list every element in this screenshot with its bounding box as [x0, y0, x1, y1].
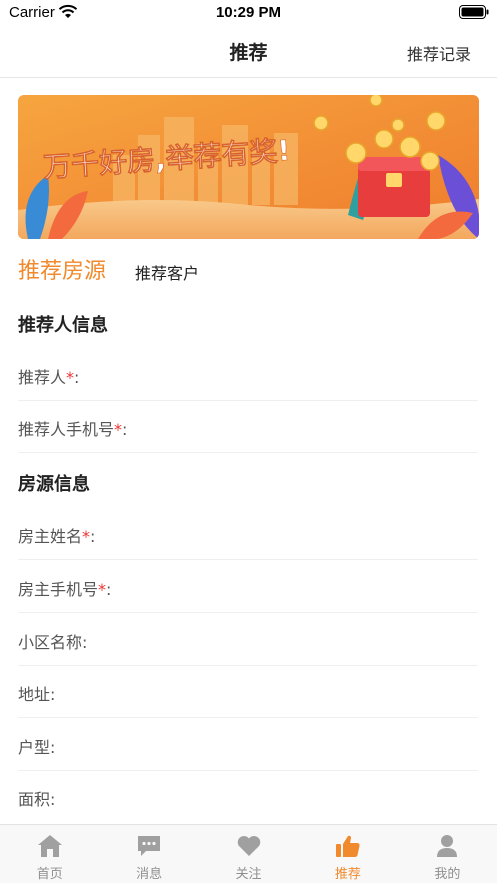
- owner-phone-row: 房主手机号*:: [18, 561, 478, 613]
- community-name-input[interactable]: [148, 624, 478, 654]
- tab-home[interactable]: 首页: [0, 825, 99, 883]
- recommender-section-title: 推荐人信息: [18, 315, 108, 336]
- property-section-title: 房源信息: [18, 474, 90, 495]
- required-mark: *: [98, 580, 107, 599]
- status-time: 10:29 PM: [215, 4, 282, 21]
- recommend-type-tabs: 推荐房源 推荐客户: [18, 253, 478, 287]
- recommender-phone-label: 推荐人手机号*:: [18, 420, 128, 439]
- thumbs-up-icon: [335, 835, 360, 857]
- owner-phone-label: 房主手机号*:: [18, 580, 112, 599]
- tab-recommend[interactable]: 推荐: [298, 825, 397, 883]
- tab-messages[interactable]: 消息: [99, 825, 198, 883]
- recommender-name-row: 推荐人*:: [18, 349, 478, 401]
- recommend-records-link[interactable]: 推荐记录: [407, 41, 471, 65]
- required-mark: *: [66, 368, 75, 387]
- tab-recommend-property[interactable]: 推荐房源: [18, 253, 106, 285]
- user-icon: [437, 835, 458, 857]
- message-icon: [138, 836, 161, 856]
- battery-icon: [459, 5, 489, 19]
- home-icon: [37, 835, 62, 857]
- required-mark: *: [114, 420, 123, 439]
- required-mark: *: [82, 527, 91, 546]
- banner-illustration: 万千好房,举荐有奖!: [18, 95, 479, 239]
- navigation-bar: 推荐 推荐记录: [0, 26, 497, 78]
- layout-label: 户型:: [18, 738, 56, 757]
- address-input[interactable]: [148, 676, 478, 706]
- heart-icon: [237, 836, 260, 856]
- area-input[interactable]: [148, 781, 478, 811]
- recommender-phone-row: 推荐人手机号*:: [18, 401, 478, 453]
- recommender-phone-input[interactable]: [148, 411, 478, 441]
- promo-banner[interactable]: 万千好房,举荐有奖!: [18, 95, 479, 239]
- owner-name-row: 房主姓名*:: [18, 508, 478, 560]
- address-label: 地址:: [18, 685, 56, 704]
- community-name-label: 小区名称:: [18, 633, 88, 652]
- address-row: 地址:: [18, 666, 478, 718]
- owner-name-label: 房主姓名*:: [18, 527, 96, 546]
- tab-recommend-customer[interactable]: 推荐客户: [135, 260, 199, 284]
- area-label: 面积:: [18, 790, 56, 809]
- tab-follow[interactable]: 关注: [199, 825, 298, 883]
- area-row: 面积:: [18, 771, 478, 823]
- community-name-row: 小区名称:: [18, 614, 478, 666]
- tab-mine[interactable]: 我的: [398, 825, 497, 883]
- status-bar: Carrier 10:29 PM: [0, 0, 497, 26]
- layout-input[interactable]: [148, 729, 478, 759]
- recommender-name-label: 推荐人*:: [18, 368, 80, 387]
- layout-row: 户型:: [18, 719, 478, 771]
- owner-phone-input[interactable]: [148, 571, 478, 601]
- recommender-name-input[interactable]: [148, 359, 478, 389]
- bottom-tab-bar: 首页 消息 关注 推荐 我的: [0, 824, 497, 883]
- owner-name-input[interactable]: [148, 518, 478, 548]
